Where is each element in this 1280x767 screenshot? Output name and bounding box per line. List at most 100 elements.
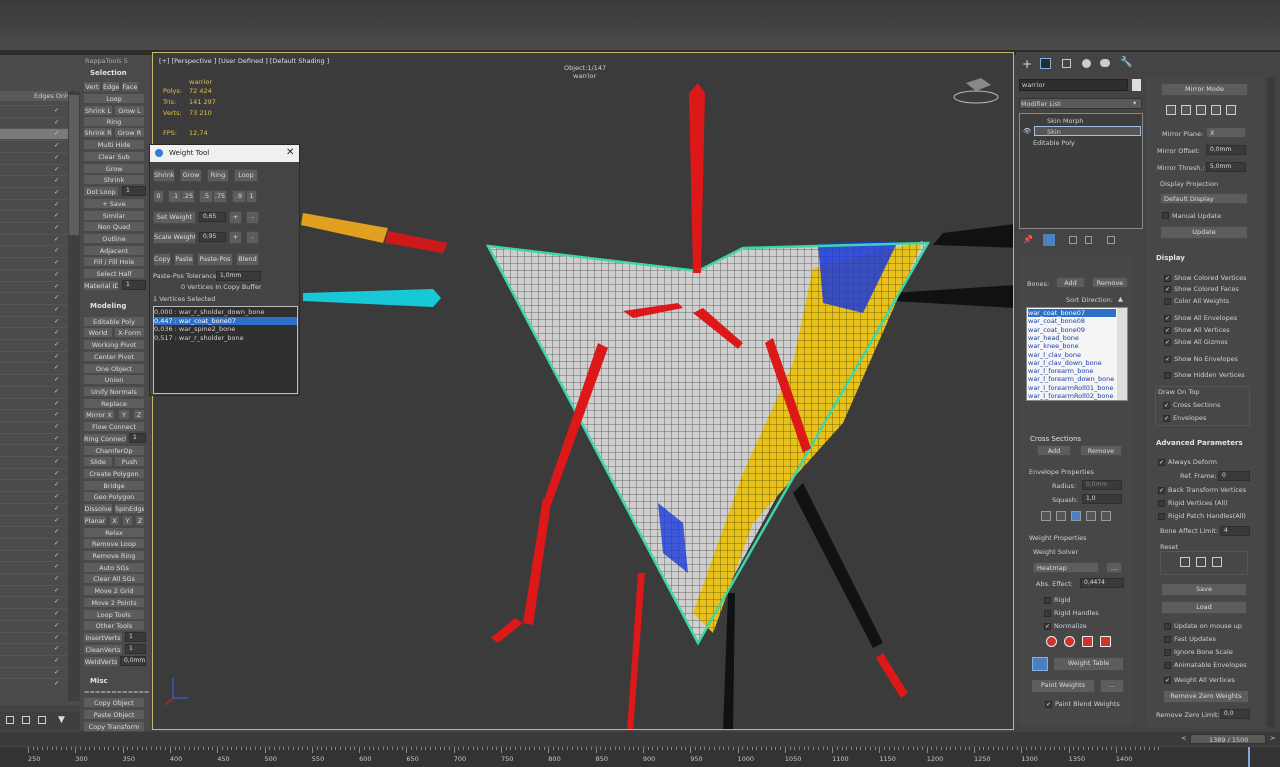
weight-tool-2-icon[interactable] xyxy=(1064,636,1075,647)
wt-shrink-button[interactable]: Shrink xyxy=(153,169,175,182)
visible-check-icon[interactable]: ✓ xyxy=(54,656,59,664)
visible-check-icon[interactable]: ✓ xyxy=(54,141,59,149)
bones-list-scrollbar[interactable] xyxy=(1117,308,1127,400)
visible-check-icon[interactable]: ✓ xyxy=(54,434,59,442)
non-quad-button[interactable]: Non Quad xyxy=(83,221,145,232)
modeling-rollout[interactable]: Modeling xyxy=(90,302,126,310)
draw-envelopes-checkbox[interactable]: ✓ xyxy=(1163,415,1170,422)
create-polygon-button[interactable]: Create Polygon xyxy=(83,468,145,479)
ring-connect-spinner[interactable]: 1 xyxy=(129,433,146,443)
set-weight-spinner[interactable]: 0,65 xyxy=(199,212,226,222)
hierarchy-tab-icon[interactable] xyxy=(1062,59,1071,68)
visible-check-icon[interactable]: ✓ xyxy=(54,668,59,676)
mirror-z-button[interactable]: Z xyxy=(133,409,145,420)
display-option-checkbox[interactable]: ✓ xyxy=(1164,315,1171,322)
dot-loop-spinner[interactable]: 1 xyxy=(122,186,146,196)
scale-weight-spinner[interactable]: 0,95 xyxy=(199,232,226,242)
save-selection-button[interactable]: + Save xyxy=(83,198,145,209)
mirror-mode-button[interactable]: Mirror Mode xyxy=(1161,83,1248,96)
relax-button[interactable]: Relax xyxy=(83,527,145,538)
push-button[interactable]: Push xyxy=(114,456,145,467)
draw-cross-sections-checkbox[interactable]: ✓ xyxy=(1163,402,1170,409)
advanced-parameters-rollout[interactable]: Advanced Parameters xyxy=(1156,439,1243,447)
center-pivot-button[interactable]: Center Pivot xyxy=(83,351,145,362)
auto-sg-button[interactable]: Auto SGs xyxy=(83,562,145,573)
shrink-button[interactable]: Shrink xyxy=(83,174,145,185)
motion-tab-icon[interactable] xyxy=(1082,59,1091,68)
weight-preset-button[interactable]: 0 xyxy=(153,190,164,203)
mirror-paste-right-icon[interactable] xyxy=(1181,105,1191,115)
slide-button[interactable]: Slide xyxy=(83,456,113,467)
visible-check-icon[interactable]: ✓ xyxy=(54,118,59,126)
copy-object-button[interactable]: Copy Object xyxy=(83,697,145,708)
modify-tab-icon[interactable] xyxy=(1040,58,1051,69)
scale-weight-minus-button[interactable]: - xyxy=(246,231,259,244)
display-option-checkbox[interactable]: ✓ xyxy=(1164,286,1171,293)
display-tab-icon[interactable] xyxy=(1100,59,1110,67)
copy-envelope-icon[interactable] xyxy=(1086,511,1096,521)
bone-list-item[interactable]: war_head_bone xyxy=(1028,334,1116,342)
weight-preset-button[interactable]: .25 xyxy=(181,190,195,203)
planar-z-button[interactable]: Z xyxy=(135,515,145,526)
world-button[interactable]: World xyxy=(83,327,113,338)
envelope-linear-icon[interactable] xyxy=(1056,511,1066,521)
ref-frame-spinner[interactable]: 0 xyxy=(1218,471,1250,481)
mirror-blue-icon[interactable] xyxy=(1226,105,1236,115)
shrink-ring-button[interactable]: Shrink R xyxy=(83,127,113,138)
union-button[interactable]: Union xyxy=(83,374,145,385)
back-transform-checkbox[interactable]: ✓ xyxy=(1158,487,1165,494)
rigid-checkbox[interactable] xyxy=(1044,597,1051,604)
weight-list-item[interactable]: 0,000 : war_r_sholder_down_bone xyxy=(154,308,297,316)
display-option-checkbox[interactable]: ✓ xyxy=(1164,327,1171,334)
visible-check-icon[interactable]: ✓ xyxy=(54,188,59,196)
make-unique-icon[interactable] xyxy=(1069,236,1077,244)
visible-check-icon[interactable]: ✓ xyxy=(54,106,59,114)
visible-check-icon[interactable]: ✓ xyxy=(54,644,59,652)
select-half-button[interactable]: Select Half xyxy=(83,268,145,279)
visible-check-icon[interactable]: ✓ xyxy=(54,352,59,360)
visible-check-icon[interactable]: ✓ xyxy=(54,586,59,594)
heatmap-dropdown[interactable]: Heatmap xyxy=(1033,562,1099,573)
visible-check-icon[interactable]: ✓ xyxy=(54,200,59,208)
visible-check-icon[interactable]: ✓ xyxy=(54,679,59,687)
weight-list-item[interactable]: 0,517 : war_r_sholder_bone xyxy=(154,334,297,342)
wt-copy-button[interactable]: Copy xyxy=(153,253,171,266)
wt-ring-button[interactable]: Ring xyxy=(207,169,229,182)
editable-poly-button[interactable]: Editable Poly xyxy=(83,316,145,327)
visible-check-icon[interactable]: ✓ xyxy=(54,410,59,418)
advanced-option-checkbox[interactable] xyxy=(1164,662,1171,669)
bones-add-button[interactable]: Add xyxy=(1056,277,1085,288)
bone-list-item[interactable]: war_l_forearm_down_bone xyxy=(1028,375,1116,383)
ring-button[interactable]: Ring xyxy=(83,116,145,127)
move-to-points-button[interactable]: Move 2 Points xyxy=(83,597,145,608)
close-icon[interactable]: ✕ xyxy=(286,147,294,158)
grid-icon[interactable] xyxy=(22,716,30,724)
mirror-thresh-spinner[interactable]: 5,0mm xyxy=(1206,162,1246,172)
weight-list-item[interactable]: 0,447 : war_coat_bone07 xyxy=(154,316,297,325)
spin-edge-button[interactable]: SpinEdge xyxy=(114,503,145,514)
save-envelopes-button[interactable]: Save xyxy=(1161,583,1247,596)
outline-button[interactable]: Outline xyxy=(83,233,145,244)
adjacent-button[interactable]: Adjacent xyxy=(83,245,145,256)
rigid-patch-checkbox[interactable] xyxy=(1158,513,1165,520)
vert-button[interactable]: Vert xyxy=(83,81,101,92)
paste-envelope-icon[interactable] xyxy=(1101,511,1111,521)
envelope-curve-icon[interactable] xyxy=(1071,511,1081,521)
always-deform-checkbox[interactable]: ✓ xyxy=(1158,459,1165,466)
bone-list-item[interactable]: war_l_clav_bone xyxy=(1028,351,1116,359)
grow-loop-button[interactable]: Grow L xyxy=(114,105,145,116)
bone-affect-limit-spinner[interactable]: 4 xyxy=(1220,526,1250,536)
bone-list-item[interactable]: war_l_forearmRoll02_bone xyxy=(1028,392,1116,400)
weight-preset-button[interactable]: .75 xyxy=(213,190,227,203)
weight-preset-button[interactable]: .9 xyxy=(232,190,246,203)
reset-vertex-icon[interactable] xyxy=(1180,557,1190,567)
weld-verts-button[interactable]: WeldVerts xyxy=(83,656,119,667)
remove-zero-limit-spinner[interactable]: 0,0 xyxy=(1220,709,1250,719)
bone-list-item[interactable]: war_coat_bone08 xyxy=(1028,317,1116,325)
visible-check-icon[interactable]: ✓ xyxy=(54,270,59,278)
grow-button[interactable]: Grow xyxy=(83,163,145,174)
visible-check-icon[interactable]: ✓ xyxy=(54,176,59,184)
visible-check-icon[interactable]: ✓ xyxy=(54,621,59,629)
filter-icon[interactable]: ▼ xyxy=(58,715,65,725)
advanced-option-checkbox[interactable] xyxy=(1164,623,1171,630)
